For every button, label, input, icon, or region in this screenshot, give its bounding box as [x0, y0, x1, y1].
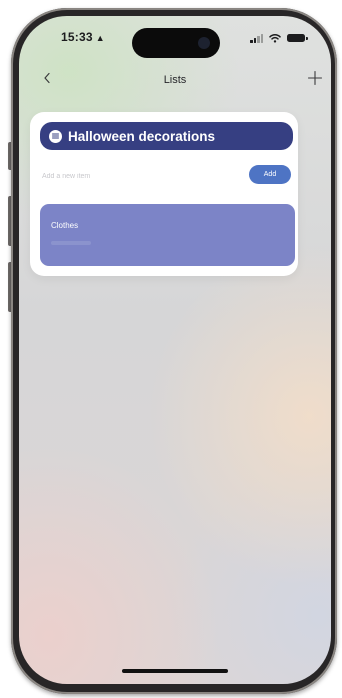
add-list-button[interactable]: [303, 66, 327, 90]
list-title: Halloween decorations: [68, 128, 216, 144]
list-header[interactable]: Halloween decorations: [40, 122, 293, 150]
list-item[interactable]: Clothes: [40, 204, 295, 266]
new-item-input[interactable]: [42, 169, 232, 183]
dynamic-island: [132, 28, 220, 58]
front-camera: [198, 37, 210, 49]
list-icon: [49, 129, 62, 143]
add-item-button[interactable]: Add: [249, 165, 291, 184]
wifi-icon: [269, 33, 281, 43]
status-time-text: 15:33: [61, 30, 93, 44]
status-time: 15:33 ▲: [61, 30, 105, 44]
home-indicator[interactable]: [122, 669, 228, 673]
plus-icon: [307, 70, 323, 86]
list-item-detail: [51, 241, 91, 245]
status-icons: [250, 31, 308, 43]
screen: 15:33 ▲ Lists Halloween decorations Add …: [19, 16, 331, 684]
alarm-clock-icon: ▲: [95, 33, 105, 43]
page-title: Lists: [163, 74, 187, 86]
battery-icon: [287, 34, 308, 42]
cellular-signal-icon: [250, 33, 263, 43]
list-item-label: Clothes: [51, 221, 79, 230]
phone-frame: 15:33 ▲ Lists Halloween decorations Add …: [11, 8, 337, 694]
device-stage: 15:33 ▲ Lists Halloween decorations Add …: [0, 0, 342, 698]
list-card: Halloween decorations Add Clothes: [30, 112, 298, 276]
